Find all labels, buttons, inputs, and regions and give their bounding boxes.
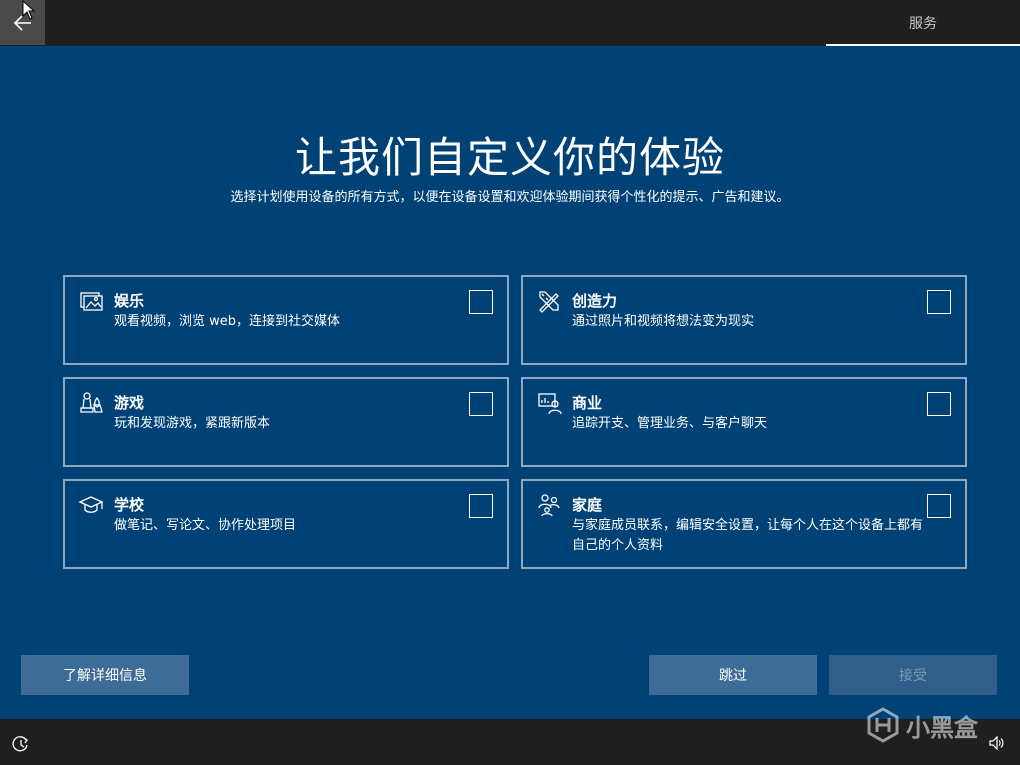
option-checkbox[interactable] — [927, 494, 951, 518]
option-name: 学校 — [114, 496, 145, 514]
top-bar: 服务 — [0, 0, 1020, 46]
step-tab-services: 服务 — [826, 0, 1020, 46]
option-name: 创造力 — [572, 292, 618, 310]
option-name: 家庭 — [572, 496, 603, 514]
page-title: 让我们自定义你的体验 — [294, 133, 725, 182]
option-description: 追踪开支、管理业务、与客户聊天 — [572, 416, 768, 431]
brush-ruler-icon — [536, 288, 562, 314]
option-name: 娱乐 — [114, 292, 145, 310]
xiaoheihe-logo-icon — [867, 707, 899, 743]
option-name: 游戏 — [114, 394, 145, 412]
option-checkbox[interactable] — [927, 392, 951, 416]
option-description: 观看视频，浏览 web，连接到社交媒体 — [114, 314, 341, 329]
option-checkbox[interactable] — [927, 290, 951, 314]
option-card-family[interactable]: 家庭 与家庭成员联系，编辑安全设置，让每个人在这个设备上都有自己的个人资料 — [521, 479, 967, 569]
option-card-entertainment[interactable]: 娱乐 观看视频，浏览 web，连接到社交媒体 — [63, 275, 509, 365]
option-description: 做笔记、写论文、协作处理项目 — [114, 518, 297, 533]
oobe-main-panel: 让我们自定义你的体验 选择计划使用设备的所有方式，以便在设备设置和欢迎体验期间获… — [0, 46, 1020, 719]
skip-button[interactable]: 跳过 — [649, 655, 817, 695]
option-checkbox[interactable] — [469, 494, 493, 518]
page-subtitle: 选择计划使用设备的所有方式，以便在设备设置和欢迎体验期间获得个性化的提示、广告和… — [230, 190, 790, 205]
option-card-gaming[interactable]: 游戏 玩和发现游戏，紧跟新版本 — [63, 377, 509, 467]
option-description: 玩和发现游戏，紧跟新版本 — [114, 416, 271, 431]
picture-icon — [78, 288, 104, 314]
game-pieces-icon — [78, 390, 104, 416]
option-checkbox[interactable] — [469, 392, 493, 416]
watermark-text: 小黑盒 — [906, 713, 978, 742]
ease-of-access-icon[interactable] — [12, 735, 30, 753]
accept-button[interactable]: 接受 — [829, 655, 997, 695]
business-person-icon — [536, 390, 562, 416]
option-name: 商业 — [572, 394, 603, 412]
option-card-creativity[interactable]: 创造力 通过照片和视频将想法变为现实 — [521, 275, 967, 365]
learn-more-button[interactable]: 了解详细信息 — [21, 655, 189, 695]
volume-icon[interactable] — [988, 735, 1004, 751]
graduation-cap-icon — [78, 492, 104, 518]
option-card-business[interactable]: 商业 追踪开支、管理业务、与客户聊天 — [521, 377, 967, 467]
option-checkbox[interactable] — [469, 290, 493, 314]
option-description: 与家庭成员联系，编辑安全设置，让每个人在这个设备上都有自己的个人资料 — [572, 518, 924, 553]
watermark-logo: 小黑盒 — [866, 705, 978, 745]
option-description: 通过照片和视频将想法变为现实 — [572, 314, 755, 329]
family-icon — [536, 492, 562, 518]
mouse-cursor-icon — [22, 0, 36, 20]
option-card-school[interactable]: 学校 做笔记、写论文、协作处理项目 — [63, 479, 509, 569]
